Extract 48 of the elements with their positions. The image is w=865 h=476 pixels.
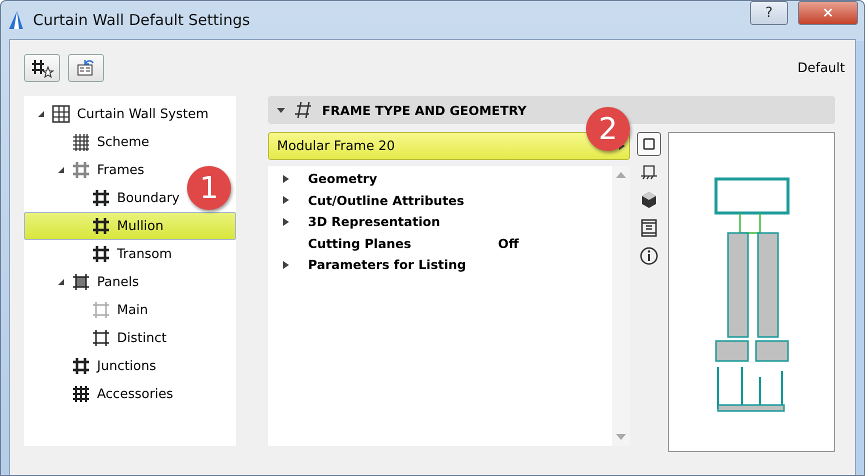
frame-icon (71, 356, 91, 376)
frame-icon (91, 188, 111, 208)
status-label: Default (798, 60, 845, 76)
tree-item[interactable]: Frames (24, 156, 154, 184)
view-button[interactable] (637, 132, 661, 156)
collapse-arrow-icon[interactable] (57, 166, 65, 174)
expand-arrow-icon[interactable] (282, 216, 290, 227)
listing-view-icon (639, 218, 659, 238)
collapse-arrow-icon[interactable] (57, 278, 65, 286)
property-row[interactable]: Geometry (268, 168, 612, 190)
info-view-icon (639, 246, 659, 266)
frame-icon (91, 328, 111, 348)
frame-icon (91, 216, 111, 236)
property-row[interactable]: 3D Representation (268, 211, 612, 232)
expand-arrow-icon[interactable] (282, 195, 290, 206)
tree-item[interactable]: Accessories (24, 380, 182, 408)
frame-icon (91, 244, 111, 264)
transfer-settings-button[interactable] (68, 54, 104, 82)
tree-item[interactable]: Transom (24, 240, 181, 268)
frame-icon (71, 272, 91, 292)
frame-icon (71, 132, 91, 152)
frame-icon (71, 384, 91, 404)
property-row[interactable]: Cut/Outline Attributes (268, 190, 612, 211)
frame-icon (294, 100, 314, 120)
tree-item[interactable]: Panels (24, 268, 148, 296)
tree-item[interactable]: Scheme (24, 128, 158, 156)
collapse-arrow-icon[interactable] (37, 110, 45, 118)
tree-item[interactable]: Main (24, 296, 158, 324)
expand-arrow-icon[interactable] (282, 260, 290, 270)
app-logo-icon (9, 11, 23, 29)
tree-item[interactable]: Curtain Wall System (24, 100, 218, 128)
settings-list-icon (76, 59, 96, 77)
frame-star-icon (30, 58, 54, 78)
tree-item[interactable]: Boundary (24, 184, 189, 212)
expand-arrow-icon[interactable] (282, 174, 290, 184)
tree-item[interactable]: Mullion (24, 212, 236, 240)
property-row[interactable]: Parameters for Listing (268, 254, 612, 276)
help-button[interactable]: ? (750, 1, 788, 25)
frame-icon (71, 160, 91, 180)
window-title: Curtain Wall Default Settings (33, 11, 250, 29)
tree-item[interactable]: Distinct (24, 324, 176, 352)
grid-icon (51, 104, 71, 124)
favorites-button[interactable] (24, 54, 60, 82)
property-row[interactable]: Cutting Planes Off (268, 232, 612, 254)
cube-view-icon (639, 190, 659, 210)
collapse-arrow-icon (276, 106, 286, 114)
frame-icon (91, 300, 111, 320)
tree-item[interactable]: Junctions (24, 352, 166, 380)
